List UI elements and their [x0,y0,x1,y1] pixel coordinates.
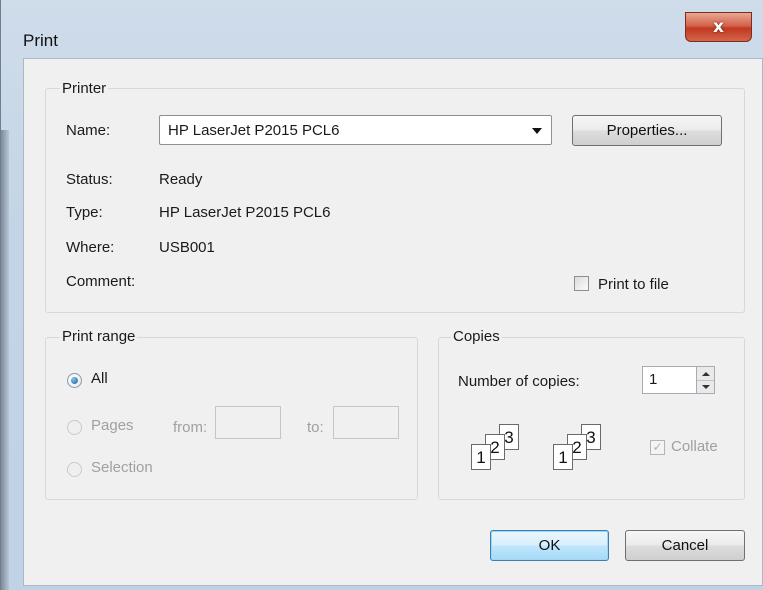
type-value: HP LaserJet P2015 PCL6 [159,204,331,221]
selection-radio-label[interactable]: Selection [91,459,153,476]
title-bar[interactable]: Print x [1,0,763,50]
from-label: from: [173,419,208,436]
print-dialog-window: Print x Printer Name: HP LaserJet P2015 … [0,0,763,590]
ok-button-label: OK [538,537,561,554]
number-of-copies-label: Number of copies: [458,373,580,390]
page-icon-1: 1 [471,444,491,470]
print-range-group-label: Print range [60,328,138,345]
number-of-copies-value: 1 [649,371,658,388]
checkmark-icon: ✓ [652,440,663,454]
status-label: Status: [66,171,113,188]
cancel-button[interactable]: Cancel [625,530,745,561]
status-value: Ready [159,171,203,188]
print-to-file-label[interactable]: Print to file [598,276,669,293]
to-page-input[interactable] [333,406,399,439]
all-radio[interactable] [67,373,82,388]
chevron-down-icon [532,128,542,134]
pages-radio[interactable] [67,420,82,435]
where-label: Where: [66,239,115,256]
collate-label[interactable]: Collate [671,438,718,455]
window-title: Print [23,31,58,50]
from-page-input[interactable] [215,406,281,439]
printer-name-dropdown[interactable]: HP LaserJet P2015 PCL6 [159,115,552,145]
collate-illustration-set-1: 3 2 1 [459,420,529,478]
spin-down-button[interactable] [697,380,714,393]
copies-group-label: Copies [451,328,502,345]
pages-radio-label[interactable]: Pages [91,417,134,434]
collate-checkbox[interactable]: ✓ [650,440,665,455]
spin-up-button[interactable] [697,367,714,381]
name-label: Name: [66,122,111,139]
close-button[interactable]: x [685,12,752,42]
arrow-down-icon [701,384,710,389]
copies-spinner[interactable] [696,366,715,394]
print-to-file-checkbox[interactable] [574,276,589,291]
properties-button-label: Properties... [606,122,688,139]
properties-button[interactable]: Properties... [572,115,722,146]
to-label: to: [307,419,324,436]
where-value: USB001 [159,239,215,256]
window-edge [1,130,9,590]
ok-button[interactable]: OK [490,530,609,561]
number-of-copies-input[interactable]: 1 [642,366,698,394]
cancel-button-label: Cancel [661,537,709,554]
comment-label: Comment: [66,273,136,290]
arrow-up-icon [701,371,710,376]
printer-name-value: HP LaserJet P2015 PCL6 [168,122,340,139]
printer-group-label: Printer [60,80,109,97]
all-radio-label[interactable]: All [91,370,108,387]
type-label: Type: [66,204,103,221]
close-icon: x [713,17,724,37]
page-icon-1: 1 [553,444,573,470]
selection-radio[interactable] [67,462,82,477]
collate-illustration-set-2: 3 2 1 [541,420,611,478]
